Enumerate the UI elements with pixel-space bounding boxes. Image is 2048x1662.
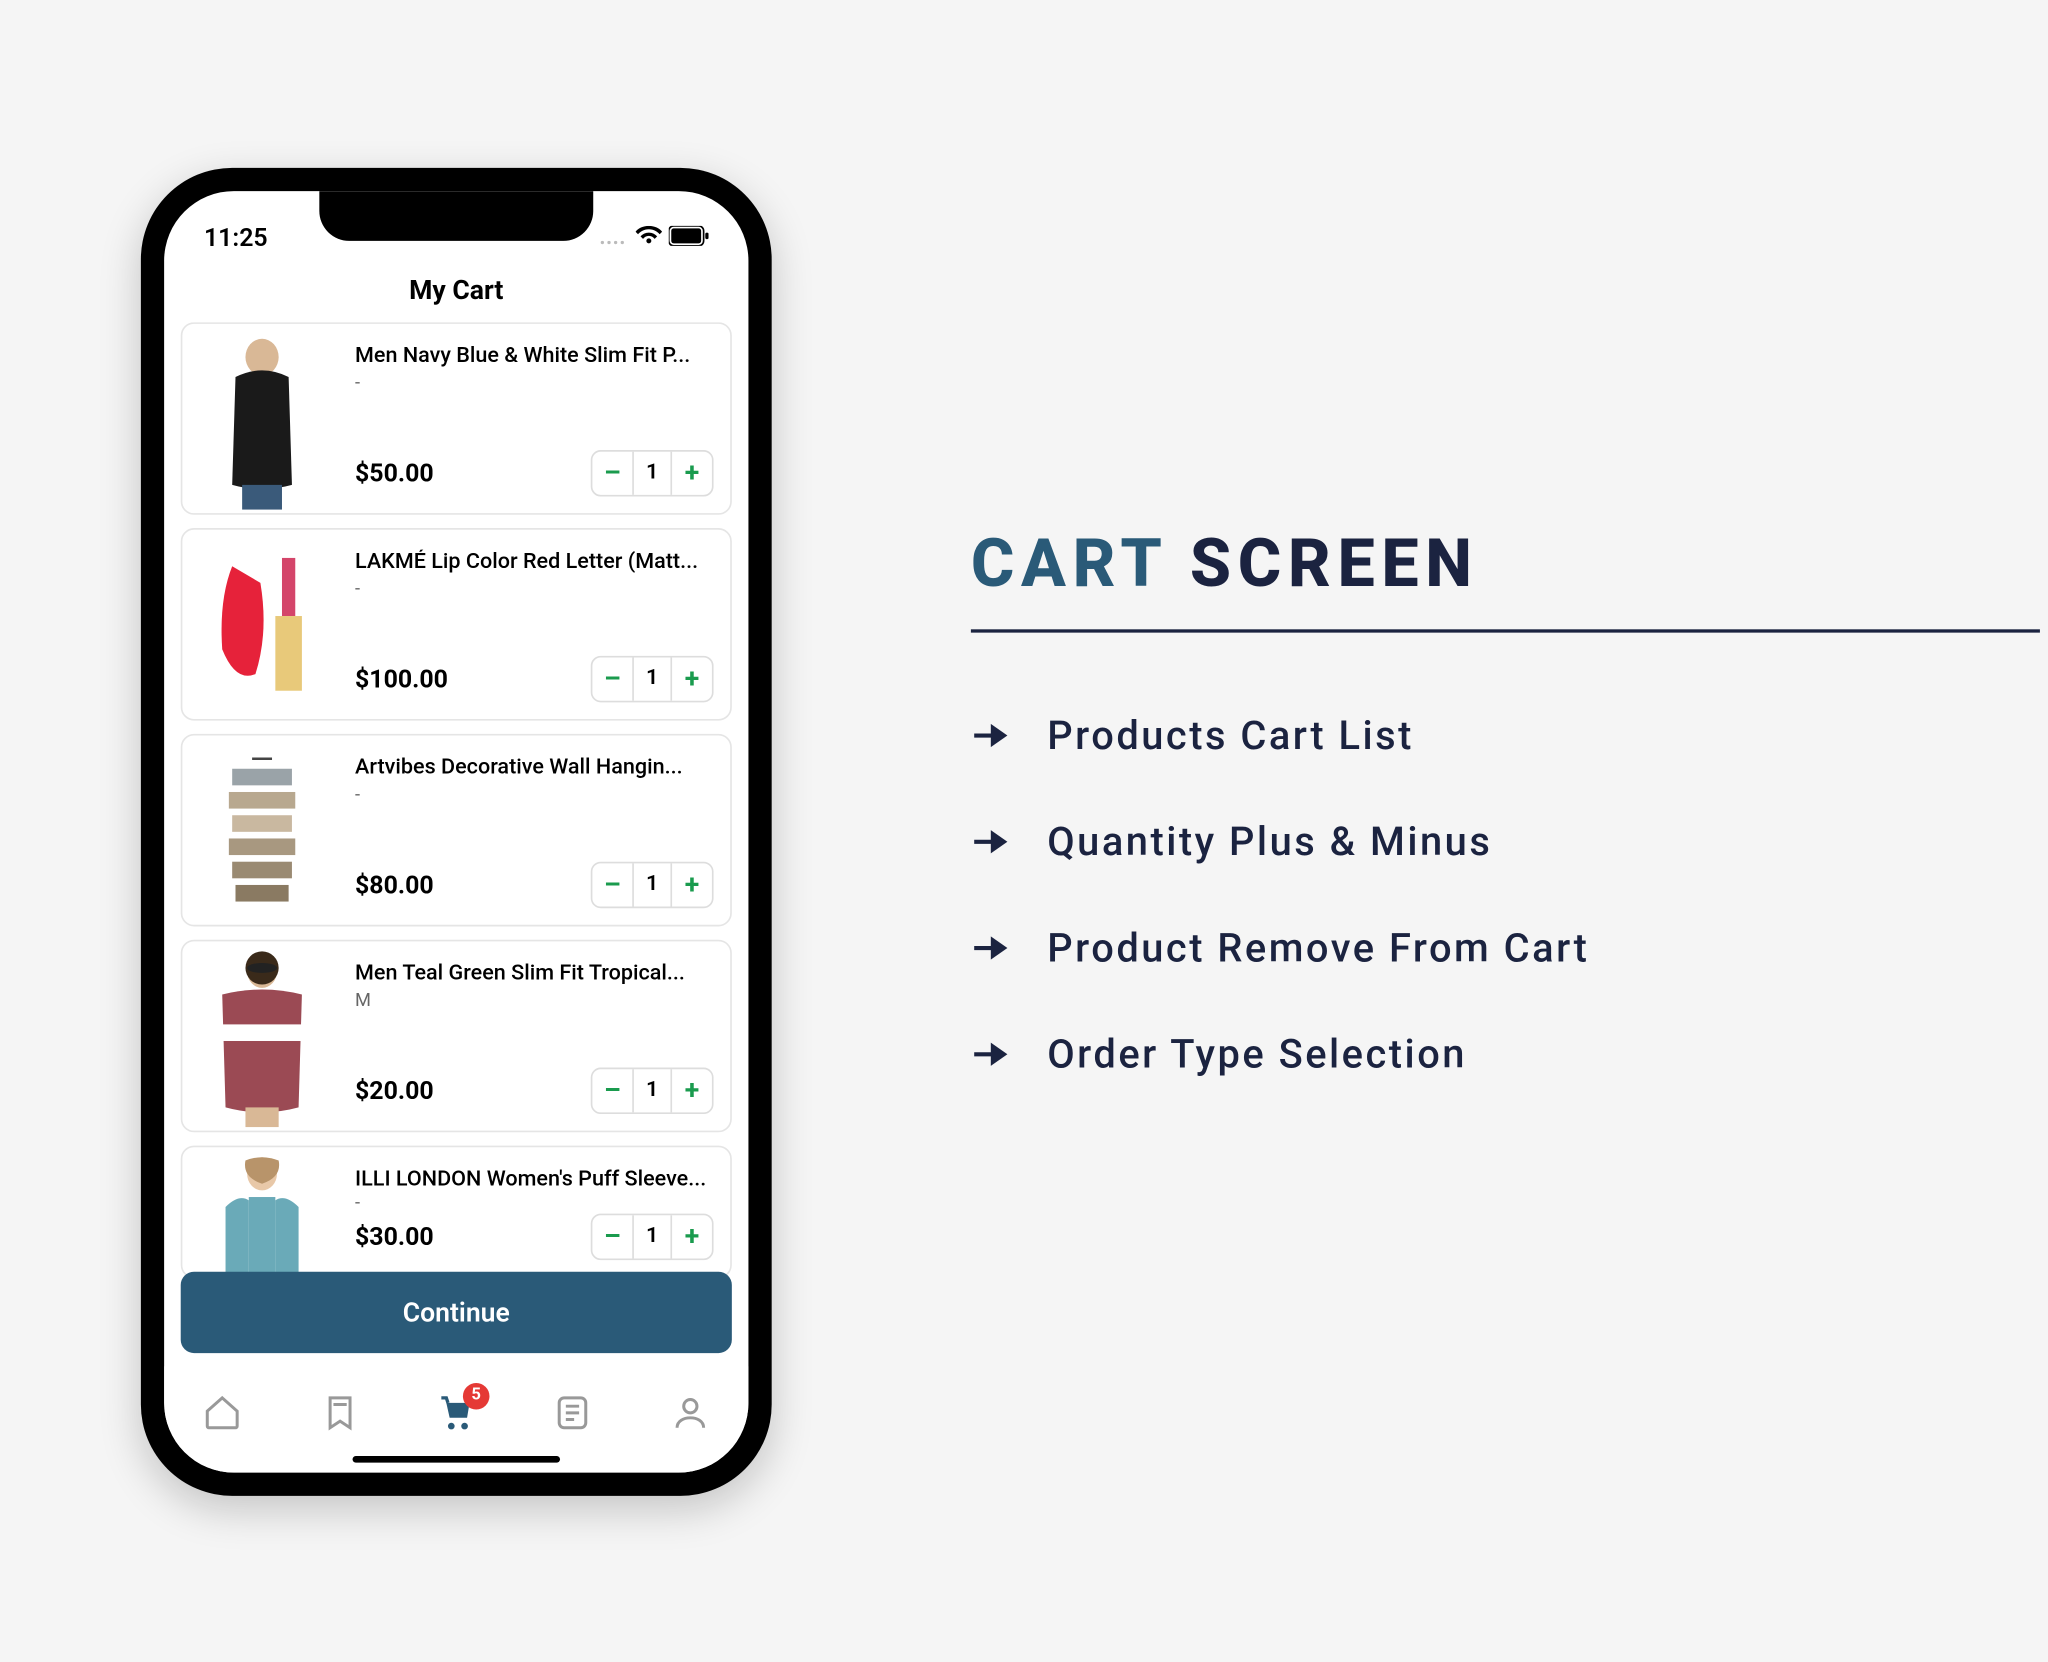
qty-minus-button[interactable]: – [592,1074,632,1106]
arrow-right-icon [971,928,1011,968]
signal-dots-icon [599,222,629,252]
nav-bookmicoupon-icon[interactable] [319,1392,359,1432]
side-panel: CART SCREEN Products Cart List Quantity … [971,525,2040,1138]
heading-accent: CART [971,525,1167,603]
qty-plus-button[interactable]: + [672,1074,712,1106]
qty-value: 1 [632,1214,672,1257]
product-image [186,738,339,921]
battery-icon [669,222,709,252]
quantity-stepper: – 1 + [591,861,714,907]
qty-minus-button[interactable]: – [592,663,632,695]
feature-text: Products Cart List [1047,712,1414,758]
product-price: $100.00 [355,663,448,693]
product-image [186,532,339,715]
qty-value: 1 [632,451,672,494]
feature-text: Product Remove From Cart [1047,925,1589,971]
product-price: $20.00 [355,1075,434,1105]
qty-plus-button[interactable]: + [672,457,712,489]
qty-minus-button[interactable]: – [592,457,632,489]
product-variant: - [355,371,714,393]
qty-value: 1 [632,863,672,906]
product-name: Men Teal Green Slim Fit Tropical... [355,960,714,985]
qty-plus-button[interactable]: + [672,663,712,695]
nav-cart-icon[interactable]: 5 [436,1392,476,1432]
qty-value: 1 [632,657,672,700]
product-name: Artvibes Decorative Wall Hangin... [355,755,714,780]
feature-item: Quantity Plus & Minus [971,819,2040,865]
home-indicator[interactable] [353,1455,561,1462]
cart-item[interactable]: Artvibes Decorative Wall Hangin... - $80… [181,733,732,926]
cart-item[interactable]: Men Navy Blue & White Slim Fit P... - $5… [181,321,732,514]
status-time: 11:25 [204,222,268,252]
product-variant: - [355,577,714,599]
phone-frame: 11:25 My Cart [141,167,772,1495]
feature-text: Quantity Plus & Minus [1047,819,1492,865]
nav-profile-icon[interactable] [670,1392,710,1432]
feature-item: Products Cart List [971,712,2040,758]
product-name: LAKMÉ Lip Color Red Letter (Matt... [355,549,714,574]
heading-rest: SCREEN [1167,525,1479,603]
quantity-stepper: – 1 + [591,1213,714,1259]
nav-home-icon[interactable] [203,1392,243,1432]
qty-plus-button[interactable]: + [672,868,712,900]
cart-item[interactable]: Men Teal Green Slim Fit Tropical... M $2… [181,939,732,1132]
qty-minus-button[interactable]: – [592,868,632,900]
quantity-stepper: – 1 + [591,655,714,701]
wifi-icon [636,222,663,252]
arrow-right-icon [971,1034,1011,1074]
panel-heading: CART SCREEN [971,525,2040,633]
product-image [186,1150,339,1276]
feature-item: Order Type Selection [971,1031,2040,1077]
feature-text: Order Type Selection [1047,1031,1467,1077]
product-variant: - [355,783,714,805]
product-price: $80.00 [355,869,434,899]
qty-plus-button[interactable]: + [672,1220,712,1252]
product-variant: - [355,1191,714,1213]
qty-minus-button[interactable]: – [592,1220,632,1252]
page-title: My Cart [164,263,748,321]
product-variant: M [355,989,714,1011]
cart-item[interactable]: LAKMÉ Lip Color Red Letter (Matt... - $1… [181,527,732,720]
arrow-right-icon [971,822,1011,862]
cart-badge: 5 [463,1382,490,1409]
phone-notch [319,190,593,240]
quantity-stepper: – 1 + [591,449,714,495]
product-name: Men Navy Blue & White Slim Fit P... [355,343,714,368]
cart-item[interactable]: ILLI LONDON Women's Puff Sleeve... - $30… [181,1145,732,1278]
product-image [186,944,339,1127]
continue-button[interactable]: Continue [181,1271,732,1352]
product-name: ILLI LONDON Women's Puff Sleeve... [355,1166,714,1188]
product-price: $50.00 [355,458,434,488]
product-image [186,326,339,509]
quantity-stepper: – 1 + [591,1067,714,1113]
qty-value: 1 [632,1068,672,1111]
arrow-right-icon [971,716,1011,756]
nav-orders-icon[interactable] [553,1392,593,1432]
feature-item: Product Remove From Cart [971,925,2040,971]
product-price: $30.00 [355,1221,434,1251]
